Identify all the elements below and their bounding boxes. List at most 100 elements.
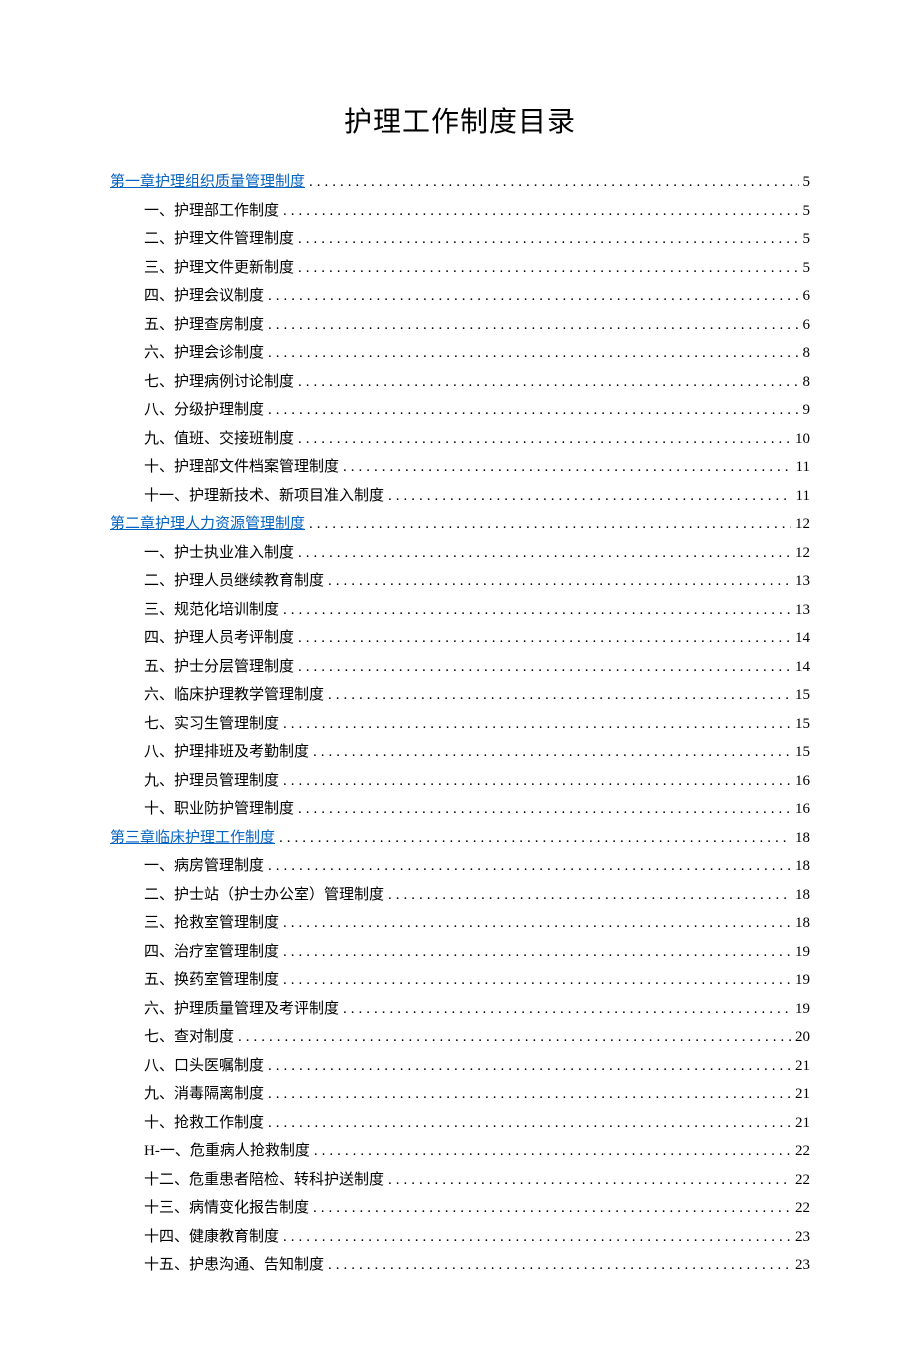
- document-page: 护理工作制度目录 第一章护理组织质量管理制度5一、护理部工作制度5二、护理文件管…: [0, 0, 920, 1360]
- toc-leader-dots: [283, 966, 791, 995]
- toc-label: 十四、健康教育制度: [144, 1223, 279, 1252]
- toc-entry[interactable]: 四、治疗室管理制度 19: [110, 938, 810, 967]
- toc-page-number: 13: [795, 567, 810, 596]
- toc-entry[interactable]: 五、换药室管理制度 19: [110, 966, 810, 995]
- toc-label: 第二章护理人力资源管理制度: [110, 510, 305, 539]
- toc-leader-dots: [298, 225, 798, 254]
- toc-label: 三、抢救室管理制度: [144, 909, 279, 938]
- toc-entry[interactable]: 一、护士执业准入制度12: [110, 539, 810, 568]
- toc-entry[interactable]: 三、规范化培训制度 13: [110, 596, 810, 625]
- toc-entry[interactable]: 一、病房管理制度 18: [110, 852, 810, 881]
- toc-page-number: 18: [795, 824, 810, 853]
- toc-entry[interactable]: 七、实习生管理制度15: [110, 710, 810, 739]
- toc-label: 三、规范化培训制度: [144, 596, 279, 625]
- toc-entry[interactable]: 九、消毒隔离制度21: [110, 1080, 810, 1109]
- toc-entry[interactable]: 八、分级护理制度 9: [110, 396, 810, 425]
- toc-label: 十、职业防护管理制度: [144, 795, 294, 824]
- toc-leader-dots: [268, 1080, 791, 1109]
- toc-label: 二、护士站（护士办公室）管理制度: [144, 881, 384, 910]
- toc-page-number: 8: [803, 368, 811, 397]
- toc-page-number: 18: [795, 852, 810, 881]
- toc-page-number: 9: [803, 396, 811, 425]
- toc-page-number: 23: [795, 1223, 810, 1252]
- toc-entry[interactable]: H-一、危重病人抢救制度22: [110, 1137, 810, 1166]
- toc-page-number: 19: [795, 938, 810, 967]
- toc-label: 第一章护理组织质量管理制度: [110, 168, 305, 197]
- toc-label: 四、治疗室管理制度: [144, 938, 279, 967]
- toc-entry[interactable]: 十二、危重患者陪检、转科护送制度 22: [110, 1166, 810, 1195]
- toc-entry[interactable]: 三、护理文件更新制度5: [110, 254, 810, 283]
- toc-entry[interactable]: 十、职业防护管理制度16: [110, 795, 810, 824]
- toc-page-number: 18: [795, 881, 810, 910]
- toc-label: 一、病房管理制度: [144, 852, 264, 881]
- toc-entry[interactable]: 七、查对制度20: [110, 1023, 810, 1052]
- toc-leader-dots: [268, 339, 798, 368]
- toc-page-number: 6: [803, 282, 811, 311]
- toc-leader-dots: [328, 1251, 791, 1280]
- toc-entry[interactable]: 第二章护理人力资源管理制度12: [110, 510, 810, 539]
- toc-page-number: 19: [795, 966, 810, 995]
- toc-label: 四、护理会议制度: [144, 282, 264, 311]
- toc-label: 八、分级护理制度: [144, 396, 264, 425]
- toc-leader-dots: [268, 1052, 791, 1081]
- toc-label: 十五、护患沟通、告知制度: [144, 1251, 324, 1280]
- toc-entry[interactable]: 八、护理排班及考勤制度15: [110, 738, 810, 767]
- toc-entry[interactable]: 一、护理部工作制度5: [110, 197, 810, 226]
- toc-page-number: 11: [796, 453, 810, 482]
- toc-entry[interactable]: 十、护理部文件档案管理制度11: [110, 453, 810, 482]
- toc-leader-dots: [388, 1166, 791, 1195]
- toc-leader-dots: [268, 852, 791, 881]
- toc-label: 九、值班、交接班制度: [144, 425, 294, 454]
- toc-leader-dots: [238, 1023, 791, 1052]
- toc-page-number: 13: [795, 596, 810, 625]
- toc-leader-dots: [283, 1223, 791, 1252]
- toc-page-number: 23: [795, 1251, 810, 1280]
- toc-label: 十二、危重患者陪检、转科护送制度: [144, 1166, 384, 1195]
- toc-entry[interactable]: 第一章护理组织质量管理制度5: [110, 168, 810, 197]
- toc-entry[interactable]: 四、护理会议制度 6: [110, 282, 810, 311]
- toc-entry[interactable]: 十一、护理新技术、新项目准入制度11: [110, 482, 810, 511]
- toc-label: 第三章临床护理工作制度: [110, 824, 275, 853]
- toc-entry[interactable]: 七、护理病例讨论制度8: [110, 368, 810, 397]
- toc-entry[interactable]: 二、护士站（护士办公室）管理制度 18: [110, 881, 810, 910]
- toc-leader-dots: [283, 909, 791, 938]
- toc-entry[interactable]: 九、值班、交接班制度10: [110, 425, 810, 454]
- toc-label: 十一、护理新技术、新项目准入制度: [144, 482, 384, 511]
- toc-entry[interactable]: 六、临床护理教学管理制度 15: [110, 681, 810, 710]
- toc-entry[interactable]: 五、护士分层管理制度14: [110, 653, 810, 682]
- toc-leader-dots: [298, 425, 791, 454]
- toc-leader-dots: [313, 1194, 791, 1223]
- toc-page-number: 22: [795, 1166, 810, 1195]
- toc-page-number: 22: [795, 1194, 810, 1223]
- document-title: 护理工作制度目录: [110, 100, 810, 140]
- toc-page-number: 14: [795, 624, 810, 653]
- toc-entry[interactable]: 十五、护患沟通、告知制度 23: [110, 1251, 810, 1280]
- toc-leader-dots: [298, 795, 791, 824]
- toc-entry[interactable]: 六、护理会诊制度8: [110, 339, 810, 368]
- toc-leader-dots: [309, 168, 798, 197]
- toc-entry[interactable]: 第三章临床护理工作制度 18: [110, 824, 810, 853]
- toc-page-number: 21: [795, 1052, 810, 1081]
- toc-entry[interactable]: 九、护理员管理制度16: [110, 767, 810, 796]
- toc-entry[interactable]: 十、抢救工作制度21: [110, 1109, 810, 1138]
- toc-entry[interactable]: 二、护理文件管理制度5: [110, 225, 810, 254]
- toc-page-number: 15: [795, 681, 810, 710]
- toc-label: 四、护理人员考评制度: [144, 624, 294, 653]
- toc-entry[interactable]: 十三、病情变化报告制度22: [110, 1194, 810, 1223]
- toc-entry[interactable]: 三、抢救室管理制度18: [110, 909, 810, 938]
- toc-label: 五、换药室管理制度: [144, 966, 279, 995]
- toc-leader-dots: [328, 681, 791, 710]
- toc-leader-dots: [309, 510, 791, 539]
- toc-entry[interactable]: 二、护理人员继续教育制度 13: [110, 567, 810, 596]
- toc-leader-dots: [343, 995, 791, 1024]
- toc-entry[interactable]: 五、护理查房制度6: [110, 311, 810, 340]
- toc-label: 五、护理查房制度: [144, 311, 264, 340]
- toc-leader-dots: [298, 653, 791, 682]
- toc-entry[interactable]: 四、护理人员考评制度 14: [110, 624, 810, 653]
- toc-label: 六、临床护理教学管理制度: [144, 681, 324, 710]
- toc-leader-dots: [279, 824, 791, 853]
- toc-entry[interactable]: 十四、健康教育制度 23: [110, 1223, 810, 1252]
- toc-entry[interactable]: 六、护理质量管理及考评制度19: [110, 995, 810, 1024]
- toc-label: 二、护理人员继续教育制度: [144, 567, 324, 596]
- toc-entry[interactable]: 八、口头医嘱制度21: [110, 1052, 810, 1081]
